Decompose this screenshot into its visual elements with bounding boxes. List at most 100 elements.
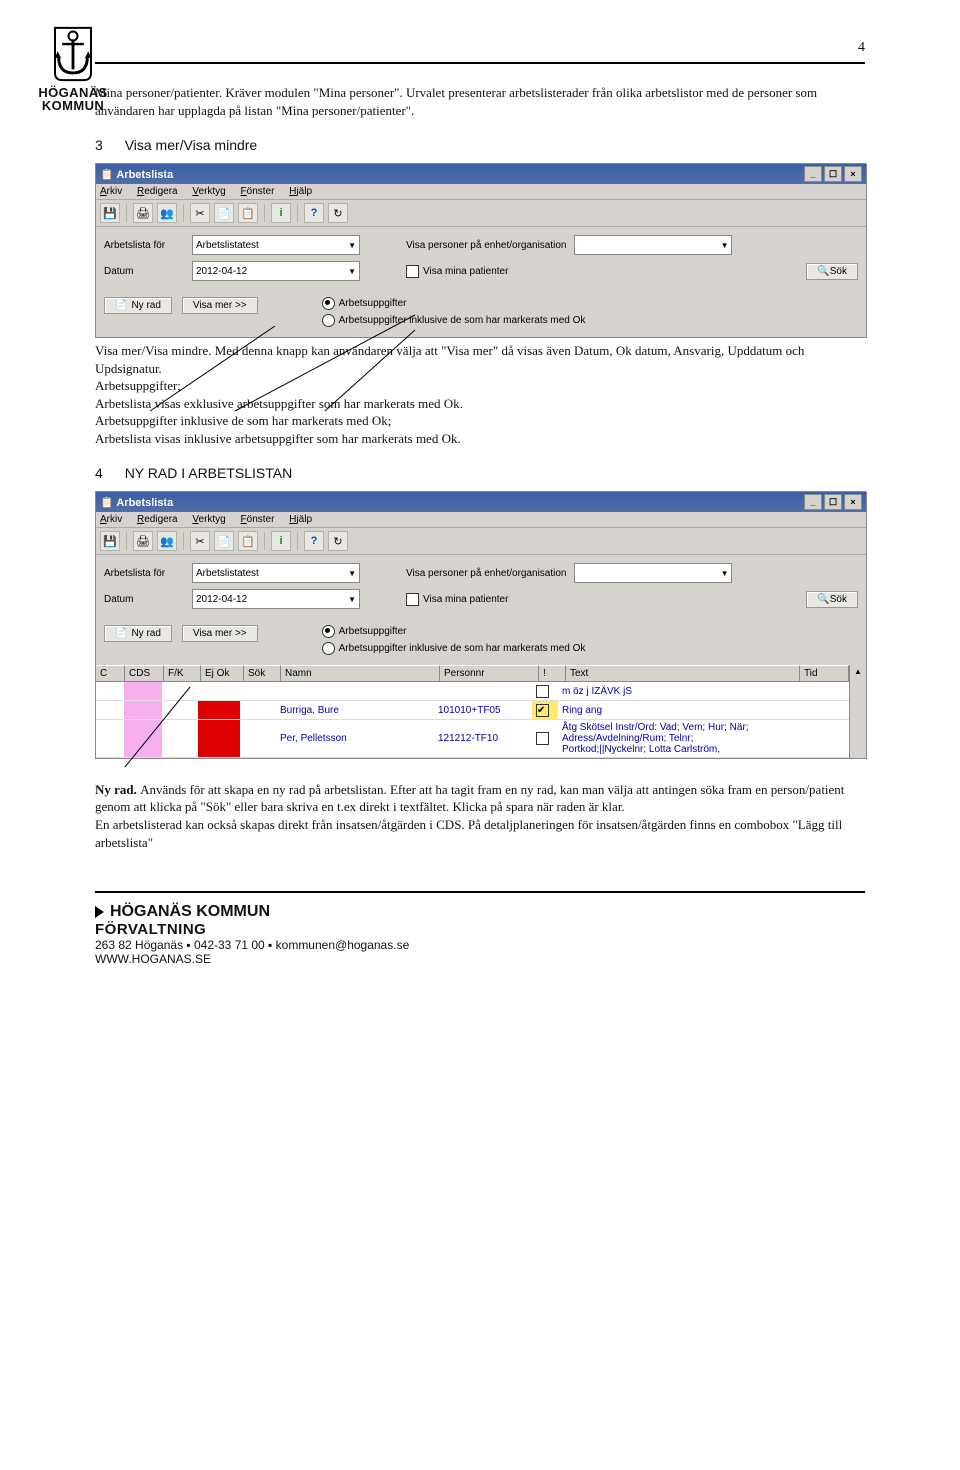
radio2-label: Arbetsuppgifter inklusive de som har mar…: [339, 644, 586, 655]
cut-icon[interactable]: ✂: [190, 203, 210, 223]
menu-redigera[interactable]: Redigera: [137, 514, 178, 525]
maximize-icon[interactable]: ☐: [824, 494, 842, 510]
save-icon[interactable]: 💾: [100, 203, 120, 223]
menu-arkiv[interactable]: Arkiv: [100, 186, 122, 197]
checkbox-icon: [406, 265, 419, 278]
maximize-icon[interactable]: ☐: [824, 166, 842, 182]
page-number: 4: [95, 40, 865, 56]
section-title: Visa mer/Visa mindre: [125, 137, 258, 153]
radio-arbetsuppgifter[interactable]: Arbetsuppgifter: [322, 625, 586, 638]
label-visa-personer: Visa personer på enhet/organisation: [406, 568, 566, 579]
th-c: C: [96, 665, 125, 682]
print-icon[interactable]: 🖨: [133, 531, 153, 551]
combo-arbetslista[interactable]: Arbetslistatest ▼: [192, 563, 360, 583]
table-row[interactable]: m öz j IZÄVK jS: [96, 682, 849, 701]
municipality-logo: HÖGANÄS KOMMUN: [28, 24, 118, 112]
section-number: 4: [95, 465, 103, 481]
cell-text: m öz j IZÄVK jS: [558, 682, 801, 700]
checkbox-icon[interactable]: [536, 732, 549, 745]
checkbox-icon[interactable]: [536, 685, 549, 698]
label-datum: Datum: [104, 266, 184, 277]
th-flag: !: [539, 665, 566, 682]
field-datum[interactable]: 2012-04-12 ▼: [192, 261, 360, 281]
th-text: Text: [566, 665, 800, 682]
footer-line1: HÖGANÄS KOMMUN: [110, 903, 270, 920]
menu-fonster[interactable]: Fönster: [241, 186, 275, 197]
menu-fonster[interactable]: Fönster: [241, 514, 275, 525]
cell-personnr: [434, 682, 532, 700]
scrollbar[interactable]: ▲: [849, 665, 866, 758]
logo-text-2: KOMMUN: [28, 99, 118, 112]
combo-enhet[interactable]: ▼: [574, 563, 732, 583]
sok-label: Sök: [830, 266, 847, 277]
find-icon[interactable]: 👥: [157, 203, 177, 223]
minimize-icon[interactable]: _: [804, 166, 822, 182]
combo-arbetslista-value: Arbetslistatest: [196, 240, 259, 251]
radio-icon: [322, 642, 335, 655]
table-header-row: C CDS F/K Ej Ok Sök Namn Personnr ! Text…: [96, 665, 849, 682]
chevron-down-icon: ▼: [348, 267, 356, 276]
menu-arkiv[interactable]: Arkiv: [100, 514, 122, 525]
th-fk: F/K: [164, 665, 201, 682]
field-datum[interactable]: 2012-04-12 ▼: [192, 589, 360, 609]
visa-mer-label: Visa mer >>: [193, 300, 247, 311]
find-icon[interactable]: 👥: [157, 531, 177, 551]
menu-redigera[interactable]: Redigera: [137, 186, 178, 197]
header-rule: [95, 62, 865, 64]
visa-mer-button[interactable]: Visa mer >>: [182, 297, 258, 314]
label-datum: Datum: [104, 594, 184, 605]
checkbox-icon[interactable]: ✔: [536, 704, 549, 717]
checkbox-visa-mina[interactable]: Visa mina patienter: [406, 593, 508, 606]
menu-bar: Arkiv Redigera Verktyg Fönster Hjälp: [96, 184, 866, 200]
close-icon[interactable]: ×: [844, 494, 862, 510]
ny-rad-label: Ny rad: [131, 300, 160, 311]
section-title: NY RAD I ARBETSLISTAN: [125, 465, 293, 481]
radio-arbetsuppgifter[interactable]: Arbetsuppgifter: [322, 297, 586, 310]
help-icon[interactable]: ?: [304, 203, 324, 223]
chevron-down-icon: ▼: [348, 595, 356, 604]
refresh-icon[interactable]: ↻: [328, 531, 348, 551]
visa-mer-button[interactable]: Visa mer >>: [182, 625, 258, 642]
refresh-icon[interactable]: ↻: [328, 203, 348, 223]
checkbox-visa-mina[interactable]: Visa mina patienter: [406, 265, 508, 278]
menu-verktyg[interactable]: Verktyg: [192, 186, 225, 197]
table-row[interactable]: Per, Pelletsson 121212-TF10 Åtg Skötsel …: [96, 720, 849, 758]
combo-arbetslista[interactable]: Arbetslistatest ▼: [192, 235, 360, 255]
table-body: m öz j IZÄVK jS Burriga, Bure 101010+TF0…: [96, 682, 849, 758]
menu-hjalp[interactable]: Hjälp: [289, 186, 312, 197]
para-after-s4-text: Används för att skapa en ny rad på arbet…: [95, 782, 844, 850]
help-icon[interactable]: ?: [304, 531, 324, 551]
cut-icon[interactable]: ✂: [190, 531, 210, 551]
copy-icon[interactable]: 📄: [214, 531, 234, 551]
info-icon[interactable]: i: [271, 531, 291, 551]
radio-inklusive-ok[interactable]: Arbetsuppgifter inklusive de som har mar…: [322, 314, 586, 327]
radio-inklusive-ok[interactable]: Arbetsuppgifter inklusive de som har mar…: [322, 642, 586, 655]
label-visa-personer: Visa personer på enhet/organisation: [406, 240, 566, 251]
radio-icon: [322, 314, 335, 327]
window-title: Arbetslista: [116, 497, 173, 509]
sok-button[interactable]: 🔍 Sök: [806, 263, 858, 280]
print-icon[interactable]: 🖨: [133, 203, 153, 223]
menu-verktyg[interactable]: Verktyg: [192, 514, 225, 525]
table-row[interactable]: Burriga, Bure 101010+TF05 ✔ Ring ang: [96, 701, 849, 720]
ny-rad-button[interactable]: 📄 Ny rad: [104, 625, 172, 642]
field-datum-value: 2012-04-12: [196, 594, 247, 605]
sok-button[interactable]: 🔍 Sök: [806, 591, 858, 608]
paste-icon[interactable]: 📋: [238, 203, 258, 223]
save-icon[interactable]: 💾: [100, 531, 120, 551]
close-icon[interactable]: ×: [844, 166, 862, 182]
footer-line2: FÖRVALTNING: [95, 921, 865, 938]
radio-icon: [322, 625, 335, 638]
ny-rad-button[interactable]: 📄 Ny rad: [104, 297, 172, 314]
chevron-down-icon: ▼: [348, 241, 356, 250]
anchor-icon: [46, 24, 100, 84]
minimize-icon[interactable]: _: [804, 494, 822, 510]
combo-enhet[interactable]: ▼: [574, 235, 732, 255]
tool-bar: 💾 🖨 👥 ✂ 📄 📋 i ? ↻: [96, 200, 866, 227]
footer-line4: WWW.HOGANAS.SE: [95, 952, 865, 966]
info-icon[interactable]: i: [271, 203, 291, 223]
cell-text: Åtg Skötsel Instr/Ord: Vad; Vem; Hur; Nä…: [558, 720, 801, 757]
menu-hjalp[interactable]: Hjälp: [289, 514, 312, 525]
paste-icon[interactable]: 📋: [238, 531, 258, 551]
copy-icon[interactable]: 📄: [214, 203, 234, 223]
